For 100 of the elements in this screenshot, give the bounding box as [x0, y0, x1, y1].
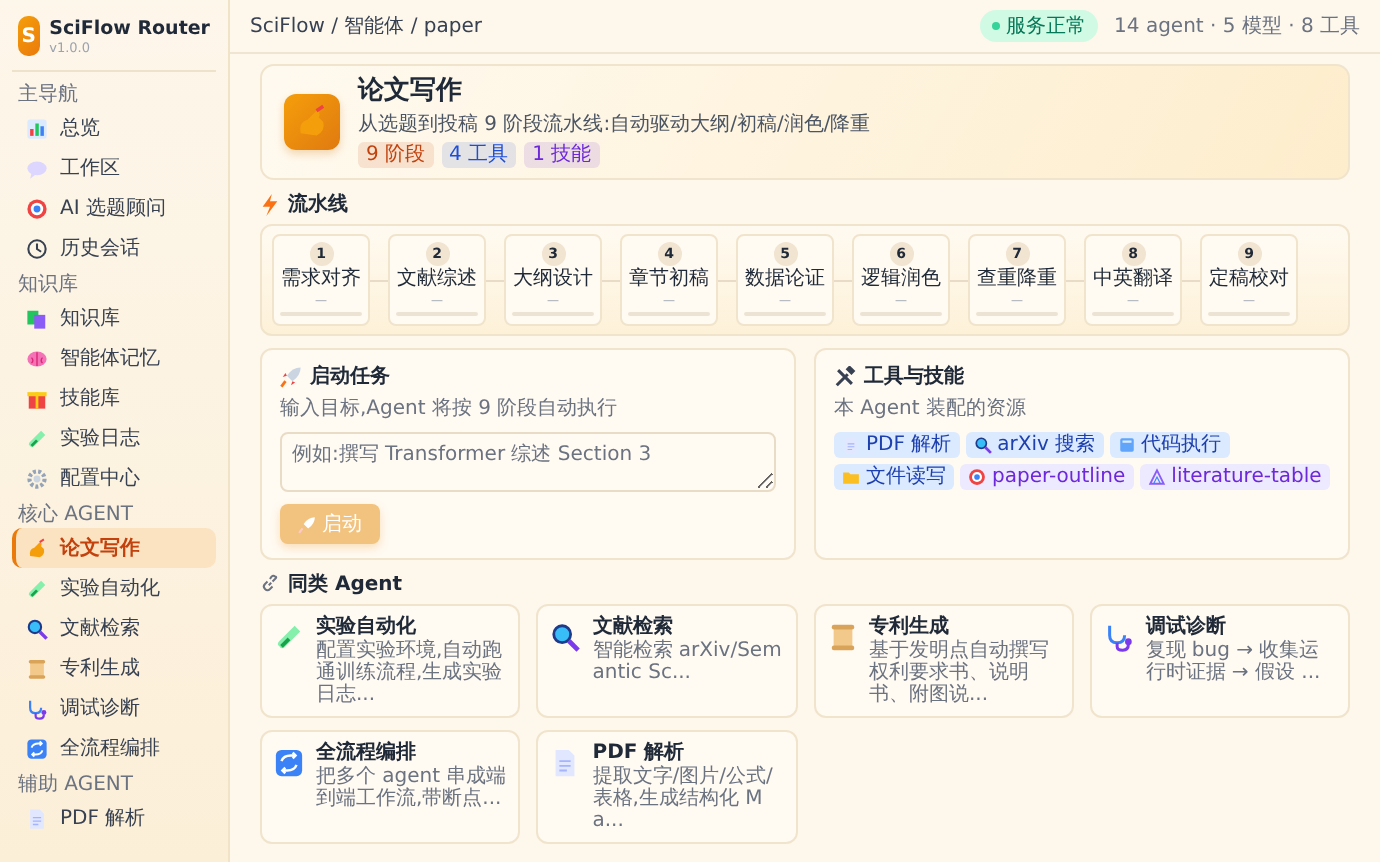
scroll-icon: [827, 622, 857, 652]
nav-item[interactable]: 技能库: [12, 378, 216, 418]
agent-description: 配置实验环境,自动跑通训练流程,生成实验日志...: [316, 640, 505, 706]
page-title: 论文写作: [358, 76, 464, 106]
rocket-icon: [280, 365, 302, 387]
nav-item[interactable]: 知识库: [12, 298, 216, 338]
agent-name: 全流程编排: [316, 742, 418, 766]
agent-name: PDF 解析: [592, 742, 687, 765]
tool-tag: 文件读写: [834, 464, 954, 490]
panel-title: 启动任务: [310, 362, 390, 390]
agent-description: 提取文字/图片/公式/表格,生成结构化 Ma...: [592, 766, 775, 832]
section-title: 流水线: [288, 190, 348, 218]
nav-item[interactable]: 总览: [12, 108, 216, 148]
step-label: 章节初稿: [629, 268, 709, 292]
section-heading: 辅助 AGENT: [16, 771, 135, 798]
agent-name: 调试诊断: [1145, 616, 1228, 640]
agent-card[interactable]: 专利生成 基于发明点自动撰写权利要求书、说明书、附图说...: [813, 604, 1074, 718]
section-heading: 知识库: [16, 271, 80, 298]
agent-card[interactable]: 文献检索 智能检索 arXiv/Semantic Sc...: [536, 604, 797, 718]
step-label: 中英翻译: [1093, 268, 1173, 292]
nav-item[interactable]: 论文写作: [12, 528, 216, 568]
document-icon: [26, 807, 48, 829]
test-tube-icon: [26, 427, 48, 449]
status-badge: 服务正常: [980, 10, 1099, 42]
app-logo: S: [18, 16, 40, 56]
triangle-ruler-icon: [1147, 468, 1166, 486]
nav-item[interactable]: 工作区: [12, 148, 216, 188]
search-icon: [26, 617, 48, 639]
skill-tag: literature-table: [1139, 464, 1330, 490]
step-label: 需求对齐: [281, 268, 361, 292]
nav-item[interactable]: AI 选题顾问: [12, 188, 216, 228]
skill-tag: paper-outline: [960, 464, 1134, 490]
nav-item[interactable]: 配置中心: [12, 458, 216, 498]
step-label: 逻辑润色: [861, 268, 941, 292]
count-tag: 1 技能: [524, 142, 600, 168]
agent-name: 文献检索: [592, 616, 675, 639]
scroll-icon: [26, 657, 48, 679]
target-icon: [26, 197, 48, 219]
agent-description: 复现 bug → 收集运行时证据 → 假设 ...: [1145, 640, 1323, 684]
nav-item[interactable]: 智能体记忆: [12, 338, 216, 378]
target-icon: [968, 468, 986, 486]
writing-hand-icon: [26, 537, 48, 559]
app-name: SciFlow Router: [49, 17, 210, 39]
speech-bubble-icon: [26, 157, 48, 179]
step-label: 大纲设计: [513, 268, 593, 292]
step-label: 查重降重: [977, 268, 1057, 292]
stethoscope-icon: [1103, 622, 1134, 652]
agent-description: 把多个 agent 串成端到端工作流,带断点...: [316, 766, 507, 810]
section-heading: 核心 AGENT: [16, 501, 135, 528]
nav-item[interactable]: 实验日志: [12, 418, 216, 458]
link-icon: [260, 574, 280, 594]
nav-item[interactable]: 实验自动化: [12, 568, 216, 608]
books-icon: [26, 307, 48, 329]
agent-card[interactable]: 调试诊断 复现 bug → 收集运行时证据 → 假设 ...: [1089, 604, 1350, 718]
agent-description: 基于发明点自动撰写权利要求书、说明书、附图说...: [869, 640, 1051, 706]
count-tag: 4 工具: [441, 142, 517, 168]
search-icon: [550, 622, 581, 652]
clock-icon: [26, 237, 48, 259]
panel-subtitle: 输入目标,Agent 将按 9 阶段自动执行: [280, 395, 620, 422]
step-label: 文献综述: [397, 268, 477, 292]
panel-title: 工具与技能: [864, 363, 964, 390]
test-tube-icon: [274, 622, 304, 652]
step-label: 数据论证: [745, 268, 825, 292]
page-subtitle: 从选题到投稿 9 阶段流水线:自动驱动大纲/初稿/润色/降重: [358, 111, 871, 138]
section-heading: 主导航: [16, 81, 80, 108]
bar-chart-icon: [26, 117, 48, 139]
agent-name: 实验自动化: [316, 616, 418, 639]
nav-item[interactable]: 文献检索: [12, 608, 216, 648]
brain-icon: [26, 347, 48, 369]
nav-item[interactable]: 专利生成: [12, 648, 216, 688]
agent-description: 智能检索 arXiv/Semantic Sc...: [592, 640, 783, 684]
agent-name: 专利生成: [869, 616, 951, 639]
agent-card[interactable]: 全流程编排 把多个 agent 串成端到端工作流,带断点...: [260, 730, 521, 844]
nav-item[interactable]: 调试诊断: [12, 688, 216, 728]
nav-item[interactable]: PDF 解析: [12, 798, 216, 838]
test-tube-icon: [26, 577, 48, 599]
summary-text: 14 agent · 5 模型 · 8 工具: [1114, 13, 1360, 40]
nav-item[interactable]: 历史会话: [12, 228, 216, 268]
refresh-icon: [26, 737, 48, 759]
gift-icon: [26, 387, 48, 409]
agent-card[interactable]: 实验自动化 配置实验环境,自动跑通训练流程,生成实验日志...: [260, 604, 521, 718]
writing-hand-icon: [294, 104, 330, 140]
agent-card[interactable]: PDF 解析 提取文字/图片/公式/表格,生成结构化 Ma...: [536, 730, 797, 844]
search-icon: [973, 436, 992, 454]
nav-item[interactable]: 全流程编排: [12, 728, 216, 768]
stethoscope-icon: [26, 697, 48, 719]
tool-tag: arXiv 搜索: [965, 432, 1104, 458]
refresh-icon: [274, 748, 304, 778]
tool-tag: PDF 解析: [834, 432, 960, 458]
tool-tag: 代码执行: [1109, 432, 1230, 458]
panel-subtitle: 本 Agent 装配的资源: [834, 395, 1028, 422]
book-icon: [1117, 436, 1136, 454]
rocket-icon: [298, 515, 316, 533]
tools-icon: [834, 365, 856, 387]
settings-icon: [26, 467, 48, 489]
breadcrumb: SciFlow / 智能体 / paper: [250, 13, 482, 40]
count-tag: 9 阶段: [358, 142, 434, 168]
section-title: 同类 Agent: [288, 571, 403, 598]
folder-icon: [842, 468, 860, 486]
step-label: 定稿校对: [1209, 268, 1289, 292]
